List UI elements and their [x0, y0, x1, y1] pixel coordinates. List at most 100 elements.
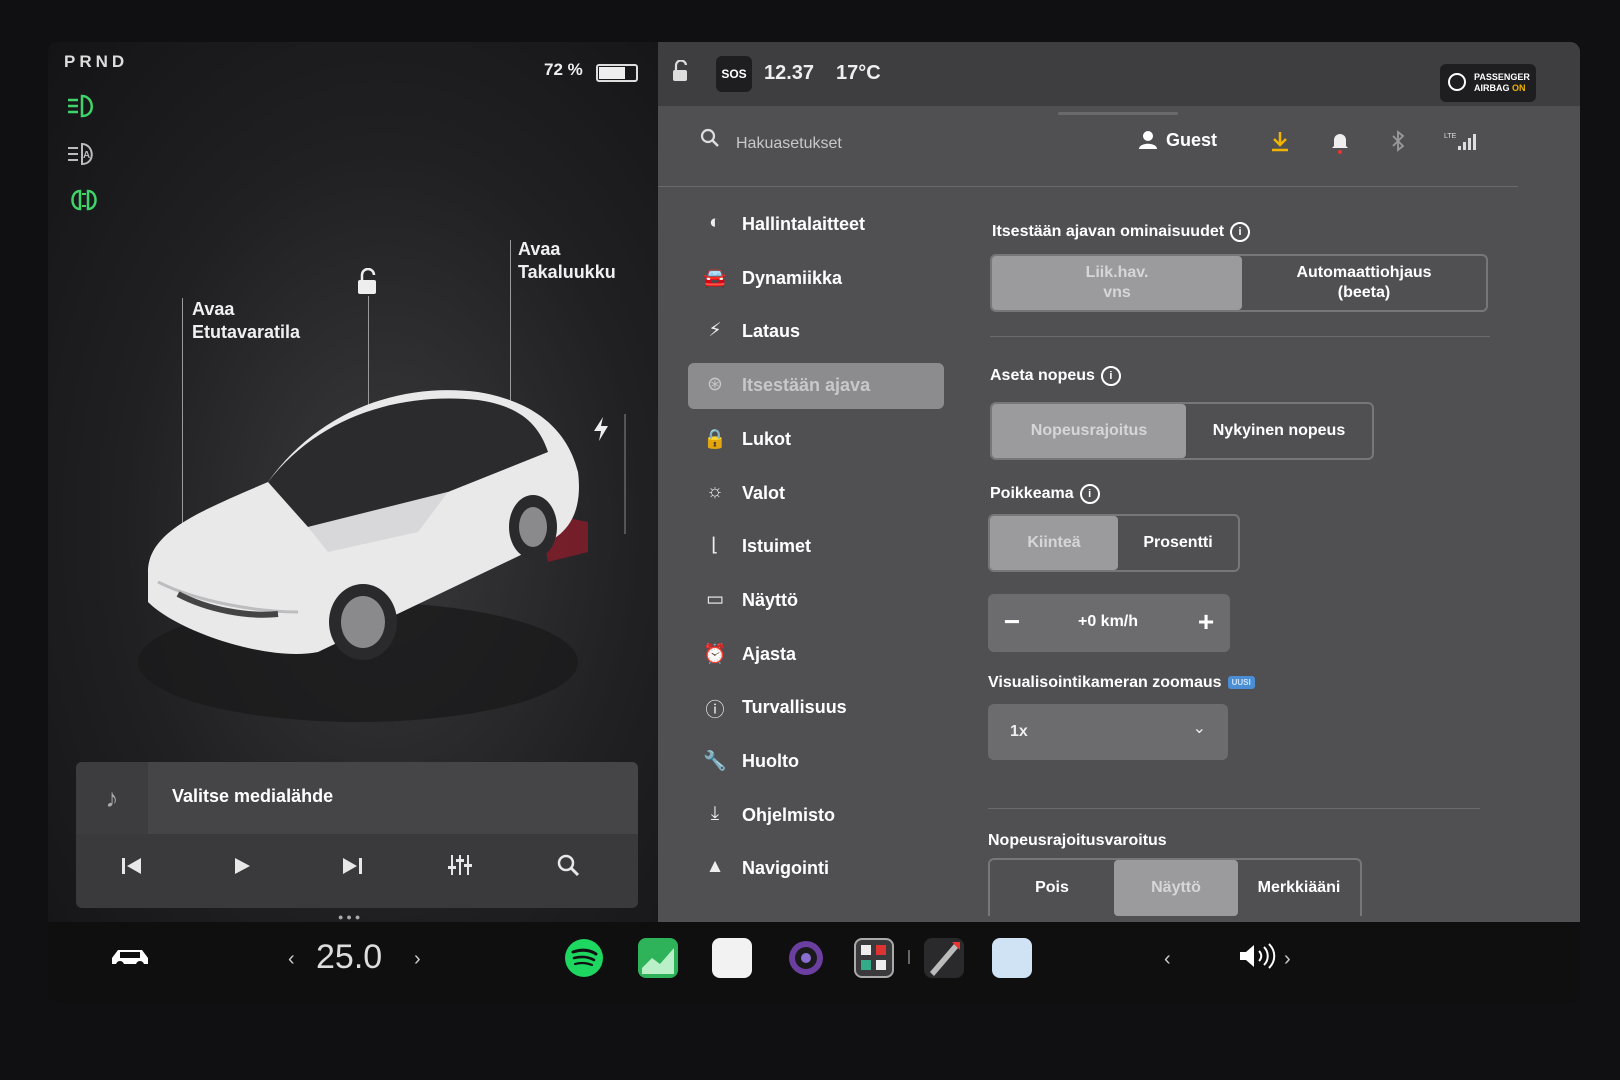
autopilot-features-title: Itsestään ajavan ominaisuudet i — [992, 222, 1251, 242]
nav-item-7[interactable]: ▭ Näyttö — [688, 578, 944, 624]
option-current-speed[interactable]: Nykyinen nopeus — [1186, 404, 1372, 458]
car-illustration — [138, 390, 588, 722]
airbag-line1: PASSENGER — [1474, 72, 1530, 82]
option-autosteer-beta[interactable]: Automaattiohjaus (beeta) — [1242, 256, 1486, 310]
volume-icon[interactable] — [1238, 942, 1278, 977]
nav-item-0[interactable]: ◐ Hallintalaitteet — [688, 202, 944, 248]
media-player: ♪ Valitse medialähde — [76, 762, 638, 908]
headlight-icon[interactable] — [66, 92, 102, 120]
frunk-open-label[interactable]: Avaa Etutavaratila — [192, 298, 300, 344]
toybox-app-icon[interactable] — [854, 938, 894, 978]
nav-item-4[interactable]: 🔒 Lukot — [688, 417, 944, 463]
option-percent[interactable]: Prosentti — [1118, 516, 1238, 570]
nav-item-9[interactable]: ⓘ Turvallisuus — [688, 685, 944, 731]
taskbar-separator — [908, 950, 910, 964]
decrease-button[interactable]: − — [994, 604, 1030, 640]
volume-increase-arrow[interactable]: › — [1284, 948, 1291, 971]
taskbar: ‹ 25.0 › ‹ › — [48, 922, 1580, 1002]
offset-title: Poikkeama i — [990, 484, 1100, 504]
chevron-down-icon: ⌄ — [1192, 720, 1206, 737]
set-speed-selector: Nopeusrajoitus Nykyinen nopeus — [990, 402, 1374, 460]
header-divider — [658, 186, 1518, 187]
profile-name[interactable]: Guest — [1166, 130, 1217, 151]
calendar-app-icon[interactable] — [712, 938, 752, 978]
nav-item-8[interactable]: ⏰ Ajasta — [688, 632, 944, 678]
option-speed-limit[interactable]: Nopeusrajoitus — [992, 404, 1186, 458]
car-unlock-icon[interactable] — [354, 267, 380, 301]
status-bar: SOS 12.37 17°C PASSENGER AIRBAG ON — [658, 42, 1580, 106]
bolt-icon: ⚡ — [708, 320, 722, 342]
zoom-dropdown[interactable]: 1x ⌄ — [988, 704, 1228, 760]
zoom-value: 1x — [1010, 723, 1028, 740]
media-source-row[interactable]: ♪ Valitse medialähde — [76, 762, 638, 834]
offset-stepper: − +0 km/h + — [988, 594, 1230, 652]
nav-item-label: Näyttö — [742, 589, 799, 610]
cellular-signal-icon: LTE — [1444, 130, 1478, 158]
autopilot-features-title-text: Itsestään ajavan ominaisuudet — [992, 223, 1225, 241]
navigation-app-icon[interactable] — [924, 938, 964, 978]
spotify-icon[interactable] — [564, 938, 604, 978]
nav-item-3[interactable]: ⊛ Itsestään ajava — [688, 363, 944, 410]
play-button[interactable] — [222, 850, 262, 890]
option-chime[interactable]: Merkkiääni — [1238, 860, 1360, 916]
car-icon: 🚘 — [703, 267, 727, 289]
alert-icon: ⓘ — [705, 700, 725, 722]
panel-drag-handle[interactable] — [1058, 112, 1178, 115]
sos-button[interactable]: SOS — [716, 56, 752, 92]
car-panel: PRND 72 % A Avaa Etutavaratila Avaa Taka… — [48, 42, 658, 922]
option-display[interactable]: Näyttö — [1114, 860, 1238, 916]
car-icon[interactable] — [108, 944, 152, 979]
bluetooth-icon[interactable] — [1390, 130, 1406, 158]
nav-item-5[interactable]: ☼ Valot — [688, 471, 944, 517]
temp-increase-arrow[interactable]: › — [414, 948, 421, 971]
search-input[interactable] — [734, 130, 1038, 158]
next-track-button[interactable] — [332, 850, 372, 890]
nav-item-2[interactable]: ⚡ Lataus — [688, 309, 944, 355]
battery-percent: 72 % — [544, 60, 583, 79]
info-icon[interactable]: i — [1100, 366, 1121, 386]
autopilot-features-selector: Liik.hav. vns Automaattiohjaus (beeta) — [990, 254, 1488, 312]
camera-app-icon[interactable] — [786, 938, 826, 978]
auto-highbeam-icon[interactable]: A — [66, 140, 102, 168]
fog-light-icon[interactable] — [66, 186, 102, 214]
nav-item-label: Huolto — [742, 751, 799, 771]
car-scroll-indicator — [624, 414, 626, 534]
lock-status-icon[interactable] — [670, 59, 690, 88]
steering-wheel-icon: ⊛ — [707, 374, 723, 396]
option-traffic-aware-cruise[interactable]: Liik.hav. vns — [992, 256, 1242, 310]
download-update-icon[interactable] — [1270, 130, 1290, 158]
settings-header: Guest LTE — [658, 118, 1580, 178]
offset-value: +0 km/h — [1077, 613, 1139, 630]
option-off[interactable]: Pois — [990, 860, 1114, 916]
battery-fill — [599, 67, 625, 79]
temp-decrease-arrow[interactable]: ‹ — [288, 948, 295, 971]
offset-selector: Kiinteä Prosentti — [988, 514, 1240, 572]
gear-indicator: PRND — [64, 52, 129, 71]
nav-item-label: Istuimet — [742, 536, 812, 557]
profile-icon[interactable] — [1138, 130, 1158, 155]
nav-item-label: Valot — [742, 482, 786, 503]
info-icon[interactable]: i — [1079, 484, 1100, 504]
equalizer-icon[interactable] — [440, 850, 480, 890]
nav-item-10[interactable]: 🔧 Huolto — [688, 739, 944, 785]
volume-decrease-arrow[interactable]: ‹ — [1164, 948, 1171, 971]
trunk-open-label[interactable]: Avaa Takaluukku — [518, 238, 616, 284]
zoom-title: Visualisointikameran zoomaus UUSI — [988, 674, 1255, 692]
nav-item-1[interactable]: 🚘 Dynamiikka — [688, 256, 944, 302]
increase-button[interactable]: + — [1188, 604, 1224, 640]
energy-app-icon[interactable] — [638, 938, 678, 978]
nav-item-label: Ajasta — [742, 643, 797, 664]
option-fixed[interactable]: Kiinteä — [990, 516, 1118, 570]
nav-item-11[interactable]: ⤓ Ohjelmisto — [688, 793, 944, 839]
download-icon: ⤓ — [710, 802, 720, 824]
svg-text:A: A — [83, 150, 90, 161]
nav-item-12[interactable]: ▲ Navigointi — [688, 846, 944, 892]
cabin-temperature[interactable]: 25.0 — [316, 938, 382, 977]
recent-app-icon[interactable] — [992, 938, 1032, 978]
info-icon[interactable]: i — [1230, 222, 1251, 242]
airbag-state: ON — [1512, 83, 1526, 93]
media-search-icon[interactable] — [548, 850, 588, 890]
notification-bell-icon[interactable] — [1330, 130, 1350, 160]
previous-track-button[interactable] — [112, 850, 152, 890]
nav-item-6[interactable]: ⌊ Istuimet — [688, 524, 944, 570]
